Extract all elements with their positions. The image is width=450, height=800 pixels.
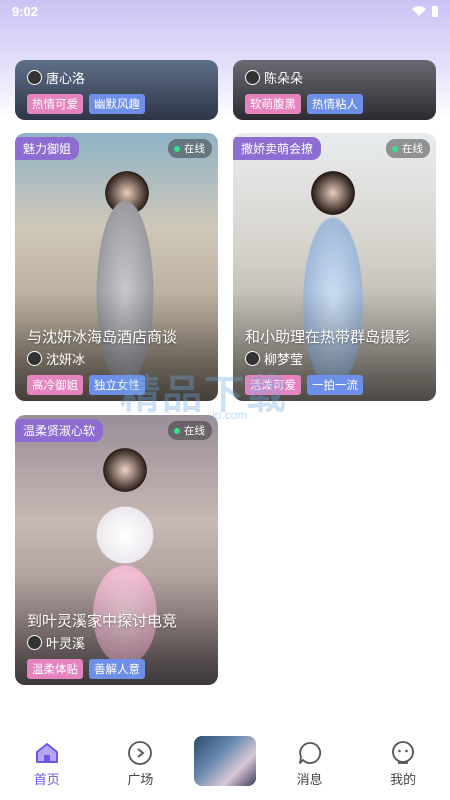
card-title: 与沈妍冰海岛酒店商谈 [27, 329, 178, 346]
host-name: 叶灵溪 [46, 636, 86, 651]
character-card[interactable]: 撒娇卖萌会撩 在线 和小助理在热带群岛摄影 柳梦莹 活泼可爱 一拍一流 [233, 133, 436, 401]
status-time: 9:02 [12, 3, 39, 19]
partial-card-1[interactable]: 唐心洛 热情可爱 幽默风趣 [15, 60, 218, 120]
category-badge: 魅力御姐 [15, 137, 80, 160]
online-badge: 在线 [168, 421, 212, 440]
tag: 热情可爱 [27, 94, 83, 114]
host-avatar [27, 635, 42, 650]
nav-plaza[interactable]: 广场 [100, 730, 180, 788]
watermark-sub: jp.com [212, 408, 248, 422]
category-badge: 温柔贤淑心软 [15, 419, 104, 442]
nav-messages[interactable]: 消息 [270, 730, 350, 788]
watermark: 精品下载 [120, 373, 288, 417]
wifi-icon [412, 6, 426, 16]
nav-home-label: 首页 [33, 772, 60, 787]
status-icons [412, 5, 438, 17]
tag-list: 软萌腹黑 热情粘人 [245, 94, 363, 114]
user-face-icon [392, 741, 415, 764]
host-name: 陈朵朵 [264, 71, 304, 86]
tag: 热情粘人 [307, 94, 363, 114]
nav-plaza-label: 广场 [127, 772, 154, 787]
online-label: 在线 [184, 425, 205, 437]
host-avatar [245, 70, 260, 85]
host-avatar [27, 351, 42, 366]
nav-mine-label: 我的 [390, 772, 417, 787]
card-title: 到叶灵溪家中探讨电竞 [27, 613, 178, 630]
battery-icon [432, 5, 438, 17]
online-dot-icon [174, 145, 180, 152]
bottom-nav: 首页 广场 消息 我的 [0, 730, 450, 800]
home-icon [35, 743, 58, 763]
tag: 软萌腹黑 [245, 94, 301, 114]
compass-icon [128, 741, 153, 765]
status-bar: 9:02 [0, 0, 450, 22]
host-row: 沈妍冰 [27, 349, 85, 368]
message-bubble-icon [298, 742, 321, 764]
online-badge: 在线 [168, 139, 212, 158]
category-badge: 撒娇卖萌会撩 [233, 137, 322, 160]
character-card[interactable]: 温柔贤淑心软 在线 到叶灵溪家中探讨电竞 叶灵溪 温柔体贴 善解人意 [15, 415, 218, 685]
online-label: 在线 [184, 143, 205, 155]
tag: 幽默风趣 [89, 94, 145, 114]
host-row: 叶灵溪 [27, 633, 85, 652]
tag: 温柔体贴 [27, 659, 83, 679]
tag-list: 热情可爱 幽默风趣 [27, 94, 145, 114]
host-row: 陈朵朵 [245, 68, 303, 87]
nav-mine[interactable]: 我的 [363, 730, 443, 788]
partial-card-2[interactable]: 陈朵朵 软萌腹黑 热情粘人 [233, 60, 436, 120]
tag: 高冷御姐 [27, 375, 83, 395]
host-name: 唐心洛 [46, 71, 86, 86]
tag-list: 温柔体贴 善解人意 [27, 659, 145, 679]
tag: 善解人意 [89, 659, 145, 679]
online-badge: 在线 [386, 139, 430, 158]
nav-home[interactable]: 首页 [7, 730, 87, 788]
host-name: 沈妍冰 [46, 352, 86, 367]
character-card[interactable]: 魅力御姐 在线 与沈妍冰海岛酒店商谈 沈妍冰 高冷御姐 独立女性 [15, 133, 218, 401]
nav-messages-label: 消息 [296, 772, 323, 787]
online-dot-icon [174, 427, 180, 434]
online-label: 在线 [402, 143, 423, 155]
card-title: 和小助理在热带群岛摄影 [245, 329, 411, 346]
host-row: 唐心洛 [27, 68, 85, 87]
host-avatar [27, 70, 42, 85]
nav-center-thumbnail[interactable] [193, 736, 256, 786]
online-dot-icon [392, 145, 398, 152]
tag: 一拍一流 [307, 375, 363, 395]
